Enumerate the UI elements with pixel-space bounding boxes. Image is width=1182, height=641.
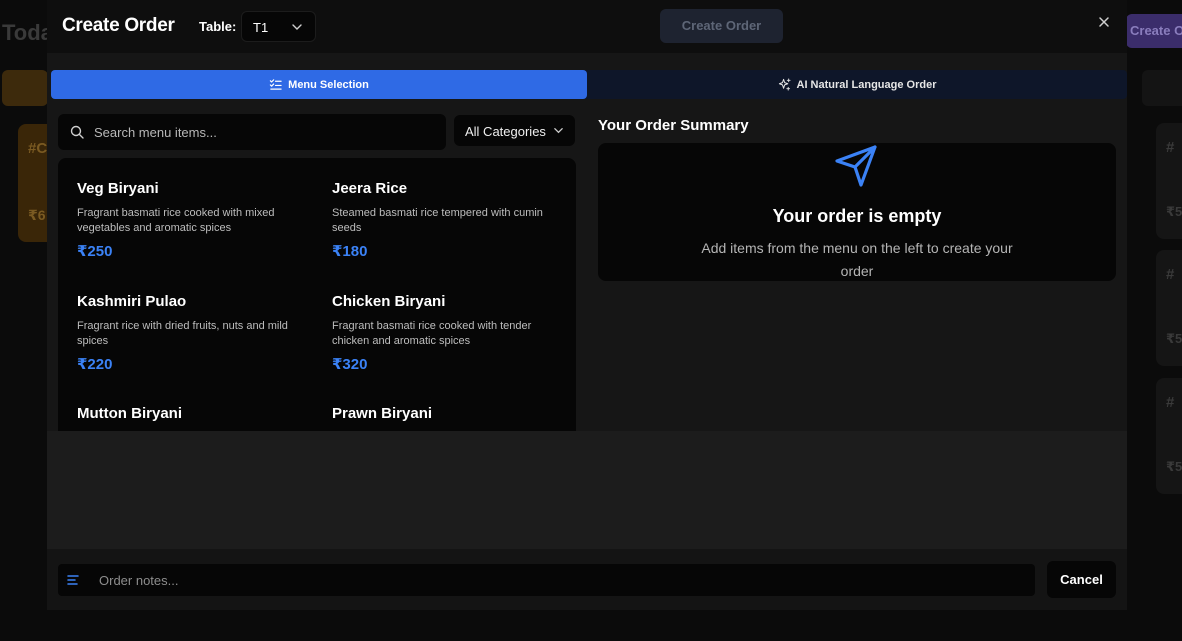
- menu-item-description: Fragrant rice with dried fruits, nuts an…: [77, 320, 288, 347]
- background-right-card: # ₹5: [1156, 378, 1182, 494]
- tab-menu-selection[interactable]: Menu Selection: [51, 70, 587, 99]
- menu-item-card[interactable]: Mutton Biryani: [77, 405, 307, 422]
- modal-title: Create Order: [62, 15, 175, 36]
- tab-ai-natural-language-order[interactable]: AI Natural Language Order: [587, 70, 1127, 99]
- menu-item-card[interactable]: Chicken Biryani Fragrant basmati rice co…: [332, 293, 562, 373]
- cancel-button[interactable]: Cancel: [1047, 561, 1116, 598]
- background-page-title: Toda: [2, 20, 53, 45]
- background-right-card-id: #: [1166, 266, 1175, 283]
- menu-item-name: Chicken Biryani: [332, 293, 446, 310]
- menu-item-price: ₹180: [332, 243, 368, 260]
- menu-item-price: ₹220: [77, 356, 113, 373]
- modal-header: Create Order Table: T1 Create Order: [47, 0, 1127, 53]
- background-order-id: #C: [28, 140, 48, 157]
- background-order-card: #C ₹6: [18, 124, 48, 242]
- background-right-card-amount: ₹5: [1166, 459, 1182, 474]
- menu-item-price: ₹320: [332, 356, 368, 373]
- order-notes-field: [58, 564, 1035, 596]
- menu-item-name: Prawn Biryani: [332, 405, 433, 422]
- background-right-card-id: #: [1166, 394, 1175, 411]
- order-summary-title: Your Order Summary: [598, 117, 749, 134]
- category-select-value: All Categories: [465, 124, 546, 139]
- menu-item-description: Steamed basmati rice tempered with cumin…: [332, 207, 543, 234]
- table-label: Table:: [199, 19, 237, 34]
- menu-item-card[interactable]: Kashmiri Pulao Fragrant rice with dried …: [77, 293, 307, 373]
- menu-item-card[interactable]: Jeera Rice Steamed basmati rice tempered…: [332, 180, 562, 260]
- tab-menu-selection-label: Menu Selection: [288, 78, 369, 91]
- order-notes-input[interactable]: [99, 564, 1019, 596]
- empty-order-message: Add items from the menu on the left to c…: [701, 240, 1013, 279]
- background-create-order-button: Create O: [1126, 14, 1182, 48]
- modal-content-spacer: [47, 431, 1127, 549]
- send-icon: [835, 145, 877, 187]
- background-right-card: # ₹5: [1156, 123, 1182, 239]
- order-mode-tabs: Menu Selection AI Natural Language Order: [51, 70, 1127, 99]
- menu-items-list: Veg Biryani Fragrant basmati rice cooked…: [58, 158, 576, 431]
- tab-ai-natural-language-order-label: AI Natural Language Order: [796, 78, 937, 91]
- background-right-card-id: #: [1166, 139, 1175, 156]
- chevron-down-icon: [292, 24, 302, 30]
- background-order-amount: ₹6: [28, 207, 46, 223]
- menu-item-description: Fragrant basmati rice cooked with tender…: [332, 320, 532, 347]
- chevron-down-icon: [554, 128, 563, 134]
- background-right-tab: [1142, 70, 1182, 106]
- search-input[interactable]: [94, 114, 434, 150]
- table-select[interactable]: T1: [241, 11, 316, 42]
- empty-order-title: Your order is empty: [772, 206, 942, 226]
- background-right-card: # ₹5: [1156, 250, 1182, 366]
- search-icon: [70, 125, 84, 139]
- notes-icon: [67, 575, 79, 585]
- menu-item-name: Mutton Biryani: [77, 405, 182, 422]
- menu-item-description: Fragrant basmati rice cooked with mixed …: [77, 207, 275, 234]
- create-order-modal: Create Order Table: T1 Create Order Menu…: [47, 0, 1127, 610]
- table-select-value: T1: [253, 20, 269, 35]
- menu-item-card[interactable]: Prawn Biryani: [332, 405, 562, 422]
- menu-item-card[interactable]: Veg Biryani Fragrant basmati rice cooked…: [77, 180, 307, 260]
- order-summary-panel: Your order is empty Add items from the m…: [598, 143, 1116, 281]
- menu-item-name: Jeera Rice: [332, 180, 408, 197]
- background-right-card-amount: ₹5: [1166, 331, 1182, 346]
- search-bar: [58, 114, 446, 150]
- category-select[interactable]: All Categories: [454, 115, 575, 146]
- sparkles-icon: [778, 78, 791, 91]
- list-check-icon: [269, 79, 282, 90]
- menu-item-name: Veg Biryani: [77, 180, 159, 197]
- menu-item-name: Kashmiri Pulao: [77, 293, 187, 310]
- modal-footer: Cancel: [47, 549, 1127, 610]
- close-icon[interactable]: [1097, 15, 1111, 29]
- background-right-card-amount: ₹5: [1166, 204, 1182, 219]
- menu-item-price: ₹250: [77, 243, 113, 260]
- background-tab: [2, 70, 48, 106]
- create-order-button[interactable]: Create Order: [660, 9, 783, 43]
